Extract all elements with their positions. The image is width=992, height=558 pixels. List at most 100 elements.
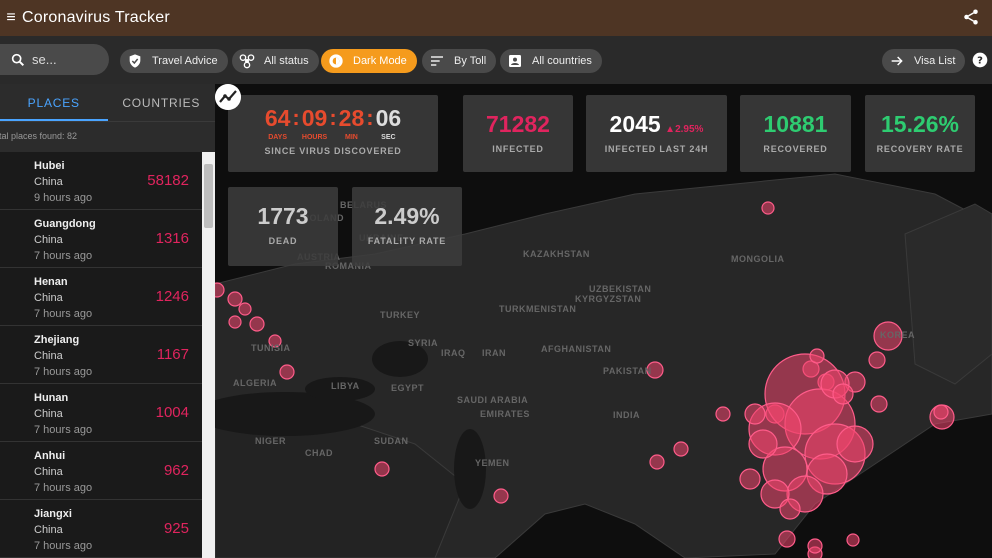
infected-card: 71282 INFECTED (463, 95, 573, 172)
timer-sec-label: SEC (381, 134, 396, 141)
share-icon[interactable] (962, 8, 980, 26)
dead-value: 1773 (257, 203, 309, 229)
map-label: CHAD (305, 448, 333, 458)
outbreak-marker[interactable] (846, 533, 860, 547)
list-item[interactable]: Zhejiang China 7 hours ago 1167 (0, 326, 215, 384)
timer-hours-value: 09 (301, 105, 328, 131)
list-item[interactable]: Guangdong China 7 hours ago 1316 (0, 210, 215, 268)
outbreak-marker[interactable] (715, 406, 731, 422)
outbreak-marker[interactable] (374, 461, 390, 477)
scrollbar[interactable] (202, 152, 215, 558)
timer-sec-value: 06 (375, 105, 402, 131)
recovered-value: 10881 (763, 111, 828, 137)
place-name: Henan (34, 276, 68, 288)
shield-check-icon (126, 52, 144, 70)
chip-label: Travel Advice (152, 55, 218, 67)
sort-icon (428, 52, 446, 70)
sidebar-tabs: PLACES COUNTRIES (0, 84, 215, 122)
place-count: 1004 (155, 404, 189, 421)
map-label: IRAN (482, 348, 506, 358)
chip-label: Dark Mode (353, 55, 407, 67)
arrow-right-icon (888, 52, 906, 70)
infected-label: INFECTED (492, 144, 544, 154)
outbreak-marker[interactable] (748, 429, 778, 459)
list-item[interactable]: Hunan China 7 hours ago 1004 (0, 384, 215, 442)
trending-up-icon[interactable] (215, 84, 241, 110)
dark-mode-chip[interactable]: Dark Mode (321, 49, 417, 73)
outbreak-marker[interactable] (836, 425, 874, 463)
timer-separator: : (292, 105, 300, 130)
tab-places[interactable]: PLACES (0, 84, 108, 121)
list-item[interactable]: Hubei China 9 hours ago 58182 (0, 152, 215, 210)
outbreak-marker[interactable] (832, 383, 854, 405)
list-item[interactable]: Henan China 7 hours ago 1246 (0, 268, 215, 326)
place-updated: 7 hours ago (34, 540, 93, 552)
recovered-label: RECOVERED (763, 144, 828, 154)
scrollbar-thumb[interactable] (204, 164, 213, 228)
timer-sec: 06 SEC (376, 105, 402, 141)
timer-days-label: DAYS (268, 134, 288, 141)
map-label: AFGHANISTAN (541, 344, 612, 354)
visa-list-chip[interactable]: Visa List (882, 49, 966, 73)
search-icon (11, 53, 25, 66)
infected-24h-delta: ▲2.95% (665, 124, 704, 135)
recovery-rate-label: RECOVERY RATE (876, 144, 964, 154)
outbreak-marker[interactable] (227, 291, 243, 307)
outbreak-marker[interactable] (761, 201, 775, 215)
menu-icon[interactable]: ≡ (0, 9, 22, 27)
outbreak-marker[interactable] (779, 498, 801, 520)
dead-label: DEAD (268, 236, 298, 246)
search-box[interactable]: se... (0, 44, 109, 75)
timer-min-value: 28 (338, 105, 365, 131)
timer-hours: 09 HOURS (302, 105, 328, 141)
map-label: NIGER (255, 436, 287, 446)
timer-days: 64 DAYS (265, 105, 291, 141)
app-bar: ≡ Coronavirus Tracker (0, 0, 992, 36)
map-label: SYRIA (408, 338, 439, 348)
timer-min: 28 MIN (339, 105, 365, 141)
world-map[interactable]: POLANDBELARUSUKRAINEAUSTRIAROMANIAKAZAKH… (215, 84, 992, 558)
all-status-chip[interactable]: All status (232, 49, 319, 73)
app-title: Coronavirus Tracker (22, 9, 170, 26)
outbreak-marker[interactable] (238, 302, 252, 316)
outbreak-marker[interactable] (870, 395, 888, 413)
map-label: EGYPT (391, 383, 425, 393)
outbreak-marker[interactable] (649, 454, 665, 470)
all-countries-chip[interactable]: All countries (500, 49, 602, 73)
outbreak-marker[interactable] (739, 468, 761, 490)
search-input[interactable]: se... (32, 52, 57, 67)
outbreak-marker[interactable] (868, 351, 886, 369)
infected-value: 71282 (486, 111, 550, 137)
fatality-rate-card: 2.49% FATALITY RATE (352, 187, 462, 266)
place-count: 962 (163, 462, 189, 479)
outbreak-marker[interactable] (809, 348, 825, 364)
map-label: SAUDI ARABIA (457, 395, 529, 405)
chip-label: Visa List (914, 55, 956, 67)
outbreak-marker[interactable] (279, 364, 295, 380)
travel-advice-chip[interactable]: Travel Advice (120, 49, 228, 73)
place-name: Anhui (34, 450, 66, 462)
help-icon[interactable]: ? (972, 52, 988, 68)
outbreak-marker[interactable] (744, 403, 766, 425)
list-item[interactable]: Anhui China 7 hours ago 962 (0, 442, 215, 500)
outbreak-marker[interactable] (249, 316, 265, 332)
map-label: MONGOLIA (731, 254, 785, 264)
places-found-count: otal places found: 82 (0, 131, 78, 141)
outbreak-marker[interactable] (673, 441, 689, 457)
place-name: Zhejiang (34, 334, 80, 346)
outbreak-marker[interactable] (778, 530, 796, 548)
place-updated: 7 hours ago (34, 366, 93, 378)
sidebar: PLACES COUNTRIES otal places found: 82 H… (0, 84, 215, 558)
tab-countries[interactable]: COUNTRIES (108, 84, 216, 121)
outbreak-marker[interactable] (493, 488, 509, 504)
outbreak-marker[interactable] (933, 404, 949, 420)
outbreak-marker[interactable] (228, 315, 242, 329)
outbreak-marker[interactable] (807, 538, 823, 554)
place-count: 58182 (147, 172, 189, 189)
list-item[interactable]: Jiangxi China 7 hours ago 925 (0, 500, 215, 558)
by-toll-chip[interactable]: By Toll (422, 49, 497, 73)
map-label: KYRGYZSTAN (575, 294, 642, 304)
place-name: Guangdong (34, 218, 96, 230)
map-label: TURKMENISTAN (499, 304, 577, 314)
outbreak-marker[interactable] (215, 282, 225, 298)
